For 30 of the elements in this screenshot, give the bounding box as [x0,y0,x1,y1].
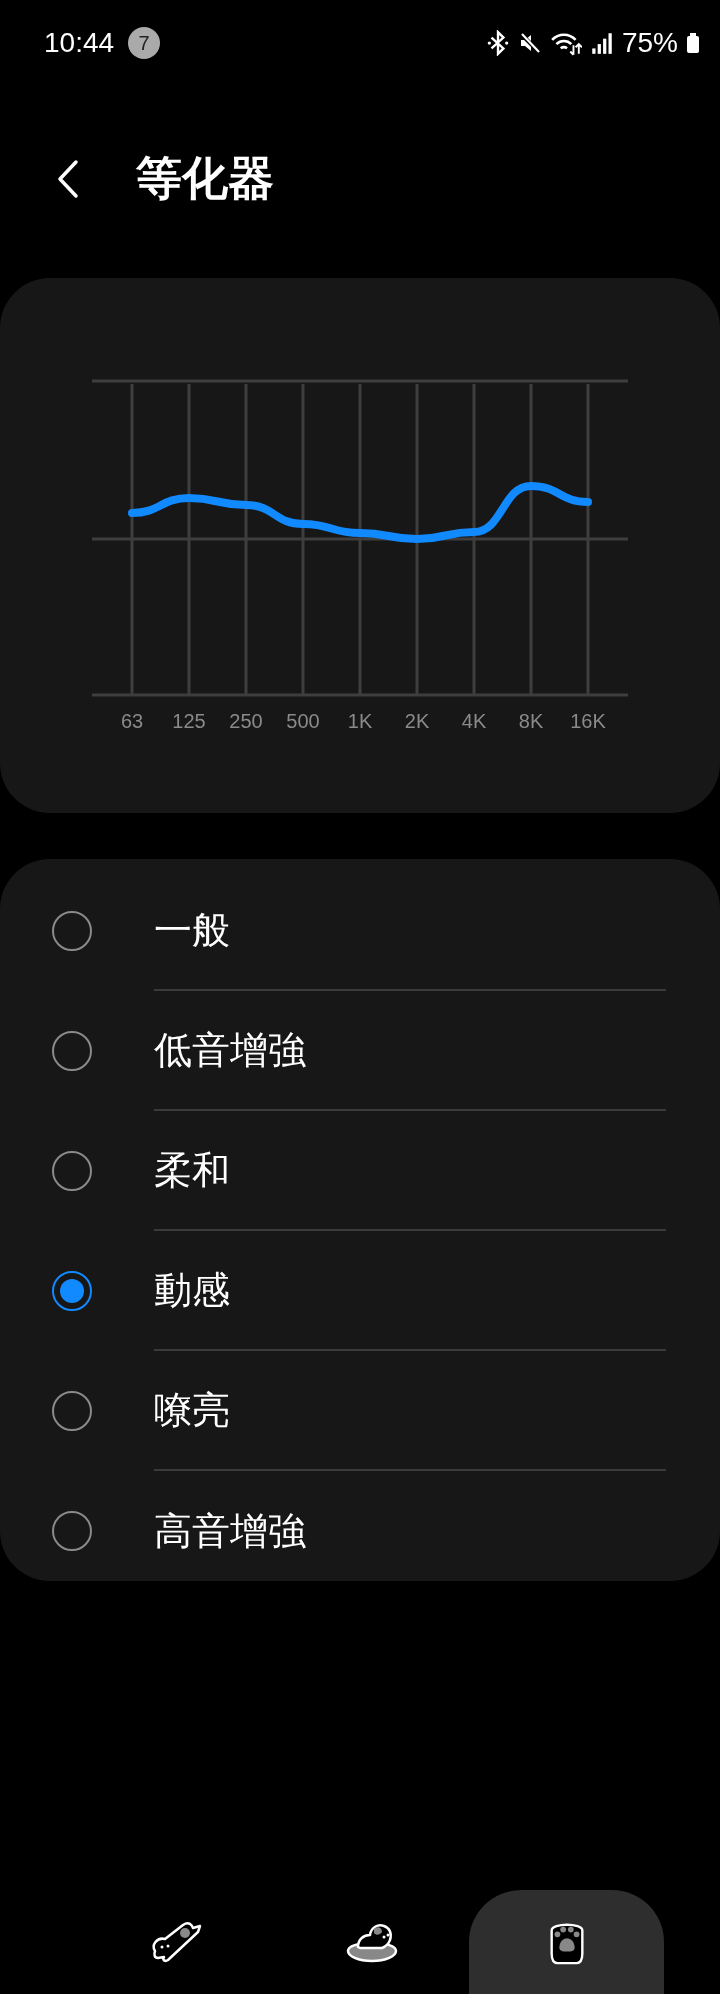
band-label: 2K [404,710,430,733]
band-label: 500 [286,710,320,733]
status-time: 10:44 [44,27,115,59]
band-label: 16K [570,710,606,733]
page-title: 等化器 [136,151,274,206]
battery-icon [686,30,700,56]
preset-label[interactable]: 一般 [154,904,230,956]
notification-count: 7 [128,27,161,59]
band-label: 125 [172,710,206,733]
wifi-icon [549,30,582,56]
preset-label[interactable]: 動感 [154,1264,230,1316]
nav-button[interactable] [469,1890,664,1994]
band-label: 1K [347,710,373,733]
band-label: 4K [461,710,487,733]
radio-button[interactable] [52,1271,92,1311]
band-label: 250 [229,710,263,733]
preset-label[interactable]: 嘹亮 [154,1384,230,1436]
preset-label[interactable]: 高音增強 [154,1505,306,1557]
radio-button[interactable] [52,1031,92,1071]
band-label: 8K [518,710,544,733]
battery-percent: 75% [621,27,678,59]
signal-icon [589,30,614,56]
radio-button[interactable] [52,911,92,951]
preset-label[interactable]: 柔和 [154,1144,230,1196]
radio-button[interactable] [52,1391,92,1431]
radio-button[interactable] [52,1511,92,1551]
radio-button[interactable] [52,1151,92,1191]
band-label: 63 [120,710,144,733]
bluetooth-icon [485,30,510,56]
preset-label[interactable]: 低音增強 [154,1024,306,1076]
